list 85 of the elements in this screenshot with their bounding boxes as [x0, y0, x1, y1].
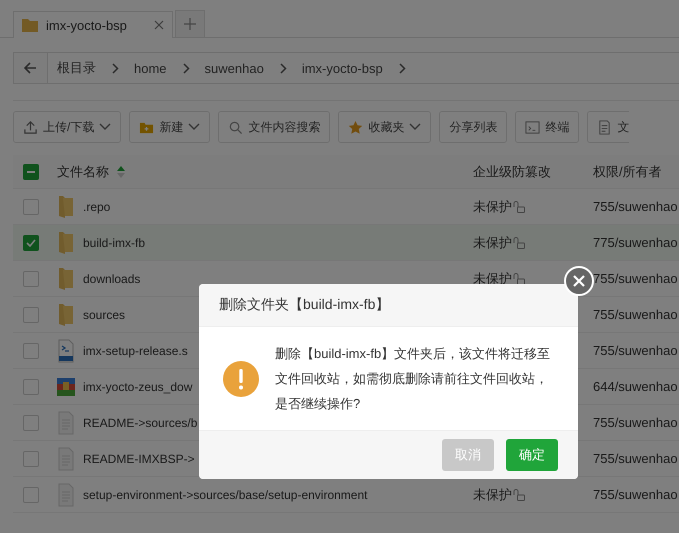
check-icon — [26, 238, 36, 246]
unlock-icon — [513, 236, 525, 248]
script-file-icon — [57, 338, 75, 362]
permission-text: 755/suwenhao — [593, 199, 679, 214]
protection-status: 未保护 — [473, 198, 512, 216]
new-tab-button[interactable] — [175, 10, 205, 37]
document-icon — [597, 120, 612, 134]
row-checkbox[interactable] — [23, 486, 39, 502]
file-name[interactable]: build-imx-fb — [83, 236, 146, 250]
close-icon[interactable] — [154, 20, 164, 30]
toolbar-button[interactable]: 文件内容搜索 — [218, 111, 330, 143]
protection-status: 未保护 — [473, 486, 512, 504]
chevron-icon — [112, 62, 119, 74]
caret-icon — [409, 123, 422, 131]
breadcrumb-link[interactable]: suwenhao — [204, 60, 264, 76]
permission-text: 755/suwenhao — [593, 451, 679, 466]
close-button[interactable] — [564, 266, 594, 296]
row-checkbox[interactable] — [23, 378, 39, 394]
confirm-button[interactable]: 确定 — [506, 439, 558, 471]
dialog-title: 删除文件夹【build-imx-fb】 — [219, 296, 390, 314]
row-checkbox[interactable] — [23, 270, 39, 286]
toolbar-button[interactable]: 分享列表 — [439, 111, 508, 143]
archive-icon — [57, 378, 75, 396]
minus-icon — [27, 170, 35, 172]
chevron-icon — [398, 62, 406, 74]
permission-text: 755/suwenhao — [593, 271, 679, 286]
permission-text: 644/suwenhao — [593, 379, 679, 394]
back-arrow-icon — [24, 62, 37, 74]
caret-icon — [99, 123, 112, 131]
breadcrumb-link[interactable]: 根目录 — [57, 59, 96, 77]
column-header: 权限/所有者 — [593, 162, 663, 180]
permission-text: 755/suwenhao — [593, 487, 679, 502]
row-checkbox[interactable] — [23, 198, 39, 214]
toolbar-button[interactable]: 收藏夹 — [338, 111, 432, 143]
dialog-message: 删除【build-imx-fb】文件夹后，该文件将迁移至文件回收站，如需彻底删除请前往文件回收站，是否继续操作? — [275, 345, 552, 413]
folder-icon — [22, 18, 38, 32]
toolbar-button[interactable]: 上传/下载 — [13, 111, 122, 143]
tab[interactable]: imx-yocto-bsp — [13, 11, 173, 38]
permission-text: 755/suwenhao — [593, 343, 679, 358]
file-name[interactable]: sources — [83, 308, 126, 322]
close-icon — [572, 274, 586, 288]
row-checkbox[interactable] — [23, 414, 39, 430]
permission-text: 755/suwenhao — [593, 415, 679, 430]
unlock-icon — [513, 200, 525, 212]
folder-icon — [57, 230, 75, 254]
star-icon — [348, 120, 364, 134]
folder-icon — [57, 266, 75, 290]
select-all-checkbox[interactable] — [23, 164, 39, 180]
terminal-icon — [525, 120, 540, 134]
unlock-icon — [513, 488, 525, 500]
breadcrumb-link[interactable]: imx-yocto-bsp — [302, 60, 383, 76]
file-icon — [57, 410, 75, 434]
column-header[interactable]: 文件名称 — [57, 162, 109, 180]
file-name[interactable]: imx-yocto-zeus_dow — [83, 380, 192, 394]
permission-text: 775/suwenhao — [593, 235, 679, 250]
unlock-icon — [513, 272, 525, 284]
file-name[interactable]: README-IMXBSP-> — [83, 452, 195, 466]
plus-icon — [184, 18, 196, 30]
toolbar-button[interactable]: 文 — [587, 111, 630, 143]
caret-icon — [188, 123, 200, 131]
row-checkbox[interactable] — [23, 342, 39, 358]
file-name[interactable]: imx-setup-release.s — [83, 344, 188, 358]
file-icon — [57, 446, 75, 470]
chevron-icon — [182, 62, 190, 74]
toolbar-button[interactable]: 终端 — [515, 111, 580, 143]
file-name[interactable]: downloads — [83, 272, 140, 286]
folder-icon — [57, 302, 75, 326]
row-checkbox[interactable] — [23, 306, 39, 322]
breadcrumb-link[interactable]: home — [134, 60, 167, 76]
folder-icon — [57, 194, 75, 218]
permission-text: 755/suwenhao — [593, 307, 679, 322]
search-icon — [228, 120, 244, 134]
warning-icon — [223, 360, 259, 396]
sort-icon[interactable] — [117, 166, 125, 178]
row-checkbox[interactable] — [23, 234, 39, 250]
chevron-icon — [280, 62, 287, 74]
upload-icon — [23, 120, 38, 134]
file-icon — [57, 482, 75, 506]
file-name[interactable]: setup-environment->sources/base/setup-environment — [83, 488, 368, 502]
toolbar-button[interactable]: 新建 — [129, 111, 210, 143]
row-checkbox[interactable] — [23, 450, 39, 466]
protection-status: 未保护 — [473, 234, 512, 252]
file-name[interactable]: README->sources/b — [83, 416, 198, 430]
file-name[interactable]: .repo — [83, 200, 110, 214]
column-header: 企业级防篡改 — [473, 162, 552, 180]
